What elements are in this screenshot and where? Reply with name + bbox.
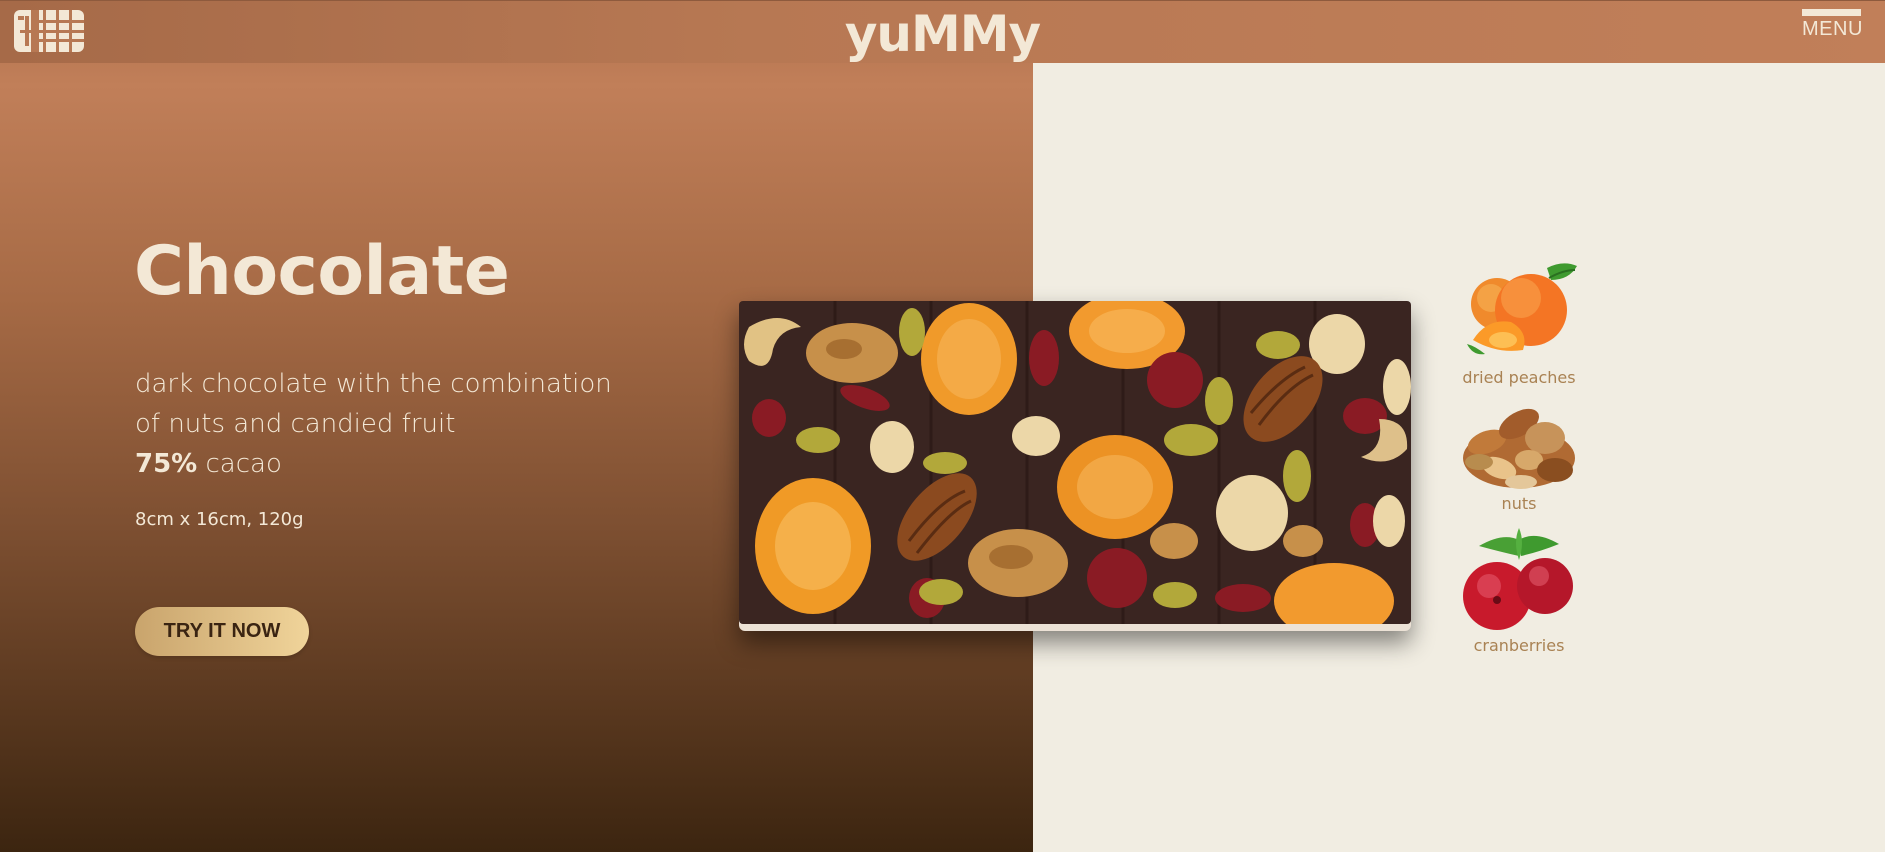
cacao-percent: 75% [135,449,198,479]
cranberry-icon [1463,528,1573,630]
brand-logo[interactable]: yuMMy [0,3,1885,65]
description-line-1: dark chocolate with the combination [135,369,612,399]
ingredient-cranberries[interactable]: cranberries [1455,526,1583,655]
menu-bar-icon [1802,9,1861,16]
product-title: Chocolate [134,232,510,311]
ingredient-label: dried peaches [1462,368,1576,387]
cacao-label: cacao [197,449,282,479]
description-line-2: of nuts and candied fruit [135,409,456,439]
menu-label: MENU [1802,18,1863,40]
try-it-now-button[interactable]: TRY IT NOW [135,607,309,656]
product-description: dark chocolate with the combination of n… [135,364,695,484]
cacao-content: 75% cacao [135,444,695,484]
top-bar: yuMMy MENU [0,0,1885,63]
ingredient-label: cranberries [1473,636,1565,655]
ingredient-dried-peaches[interactable]: dried peaches [1455,258,1583,387]
product-dimensions: 8cm x 16cm, 120g [135,509,304,530]
ingredient-nuts[interactable]: nuts [1455,398,1583,513]
chocolate-bar-image [739,301,1411,631]
ingredient-label: nuts [1501,494,1537,513]
menu-button[interactable]: MENU [1800,7,1864,41]
peach-icon [1467,263,1577,355]
nuts-icon [1463,408,1575,489]
